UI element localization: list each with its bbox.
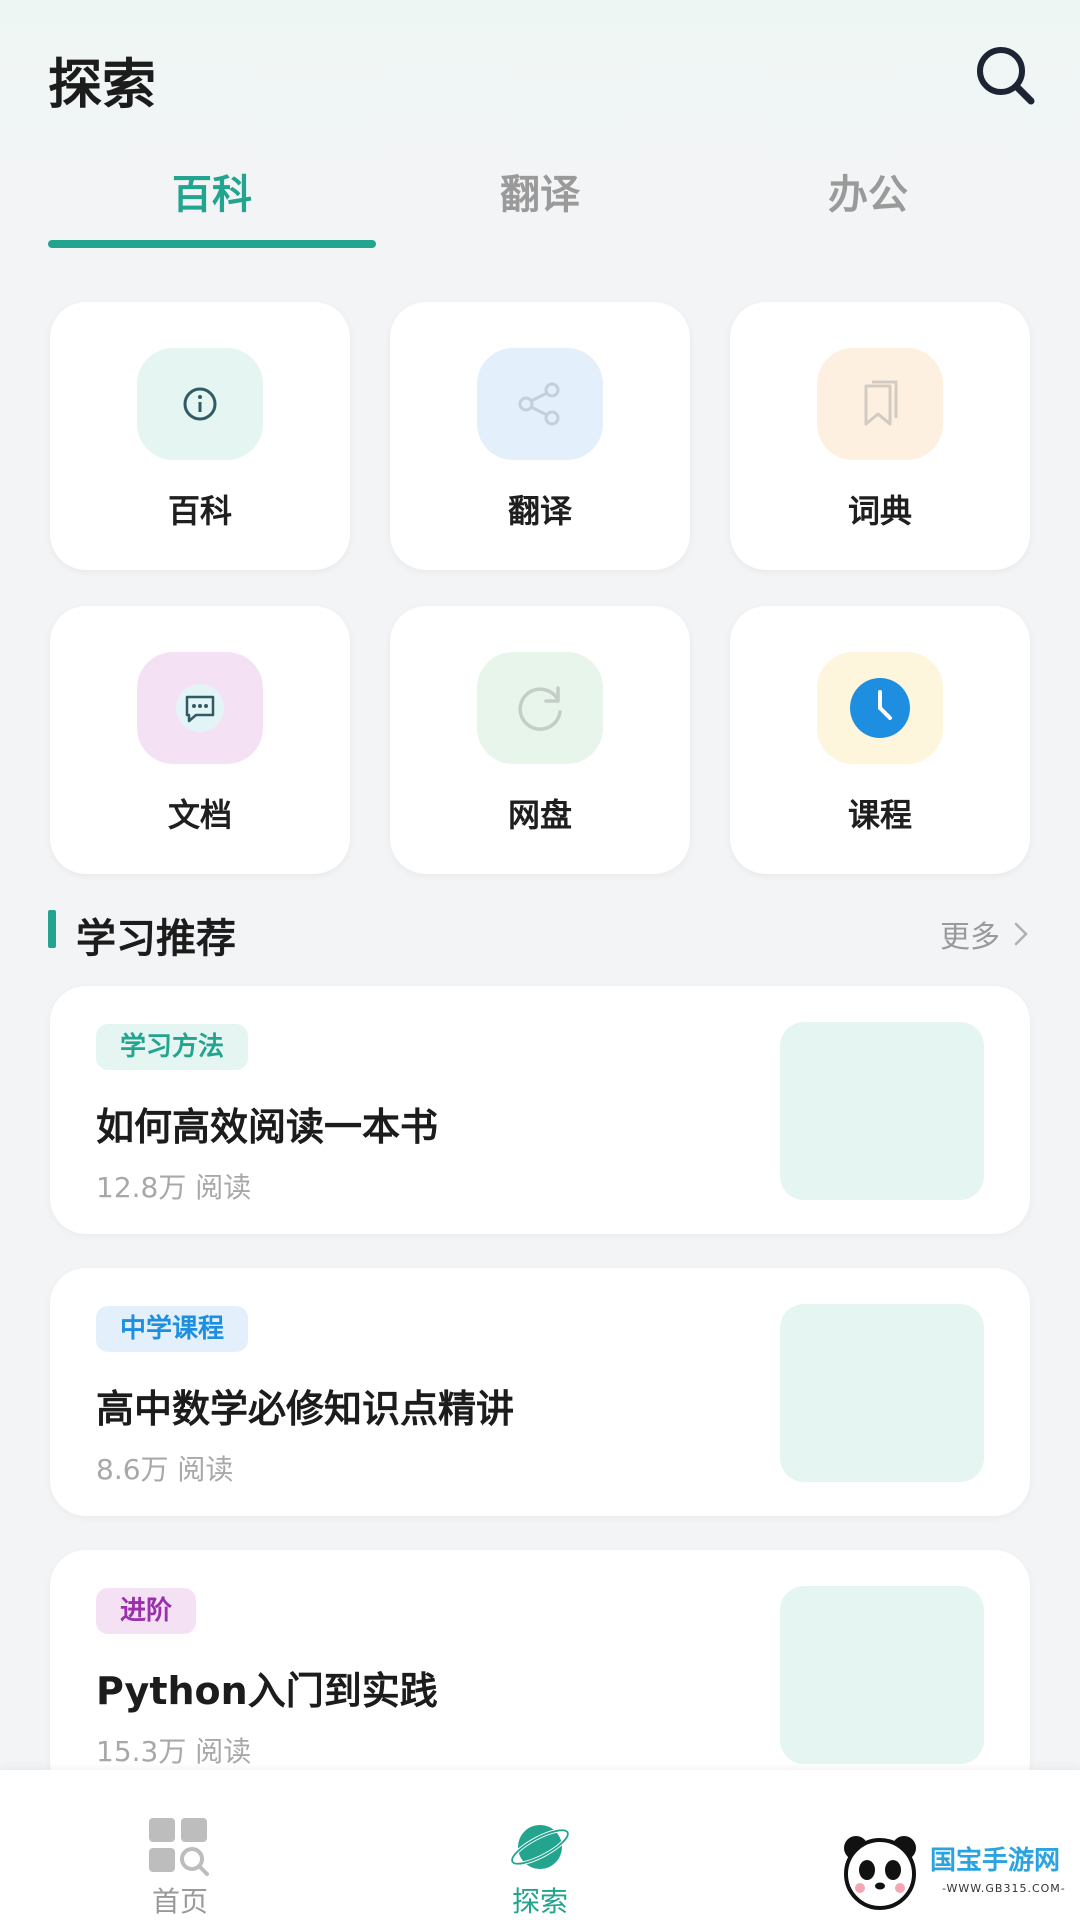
article-card[interactable]: 中学课程 高中数学必修知识点精讲 8.6万 阅读 [50,1268,1030,1516]
article-tag: 进阶 [96,1588,197,1634]
tab-bar: 百科 翻译 办公 [48,160,1032,250]
bookmark-icon [864,380,898,426]
article-thumbnail [780,1586,984,1764]
article-card[interactable]: 进阶 Python入门到实践 15.3万 阅读 [50,1550,1030,1798]
search-icon [977,47,1035,105]
tool-grid: 百科 翻译 词典 文档 网盘 课程 [50,302,1030,910]
tool-label: 文档 [167,796,232,834]
clock-icon [850,678,910,738]
tool-card-wendang[interactable]: 文档 [50,606,350,874]
tab-bangong[interactable]: 办公 [704,160,1032,248]
article-reads: 12.8万 阅读 [96,1171,252,1204]
tool-card-cidian[interactable]: 词典 [730,302,1030,570]
tool-card-kecheng[interactable]: 课程 [730,606,1030,874]
article-reads: 15.3万 阅读 [96,1735,252,1768]
message-icon [176,684,224,732]
more-label: 更多 [940,920,1000,955]
more-link[interactable]: 更多 [940,912,1032,956]
section-title: 学习推荐 [76,916,236,962]
article-thumbnail [780,1304,984,1482]
panda-icon [844,1836,916,1910]
home-grid-icon [149,1818,209,1876]
article-title: Python入门到实践 [96,1669,438,1713]
tab-fanyi[interactable]: 翻译 [376,160,704,248]
article-tag: 中学课程 [96,1306,249,1352]
chevron-right-icon [1014,922,1028,946]
section-header: 学习推荐 更多 [48,906,1032,962]
info-icon [183,387,217,421]
tool-card-baike[interactable]: 百科 [50,302,350,570]
tool-card-fanyi[interactable]: 翻译 [390,302,690,570]
tab-baike[interactable]: 百科 [48,160,376,248]
nav-label: 首页 [151,1885,208,1918]
header: 探索 [0,0,1080,150]
tool-label: 翻译 [507,492,572,530]
article-reads: 8.6万 阅读 [96,1453,234,1486]
watermark-url: -WWW.GB315.COM- [942,1882,1066,1895]
tool-label: 课程 [847,796,912,834]
tool-label: 词典 [847,492,912,530]
watermark-logo: 国宝手游网 -WWW.GB315.COM- [830,1826,1070,1918]
tool-card-wangpan[interactable]: 网盘 [390,606,690,874]
share-icon [518,382,560,426]
refresh-icon [518,686,562,731]
nav-item-home[interactable]: 首页 [30,1770,330,1920]
article-thumbnail [780,1022,984,1200]
tool-label: 百科 [167,492,232,530]
article-title: 高中数学必修知识点精讲 [96,1387,515,1431]
article-tag: 学习方法 [96,1024,249,1070]
nav-label: 探索 [511,1885,568,1918]
nav-item-explore[interactable]: 探索 [390,1770,690,1920]
page-title: 探索 [48,53,156,116]
article-card[interactable]: 学习方法 如何高效阅读一本书 12.8万 阅读 [50,986,1030,1234]
planet-icon [510,1825,570,1869]
tool-label: 网盘 [507,796,572,834]
section-accent-bar [48,910,56,948]
article-title: 如何高效阅读一本书 [96,1105,439,1149]
search-button[interactable] [970,40,1040,110]
watermark-text: 国宝手游网 [930,1846,1061,1876]
